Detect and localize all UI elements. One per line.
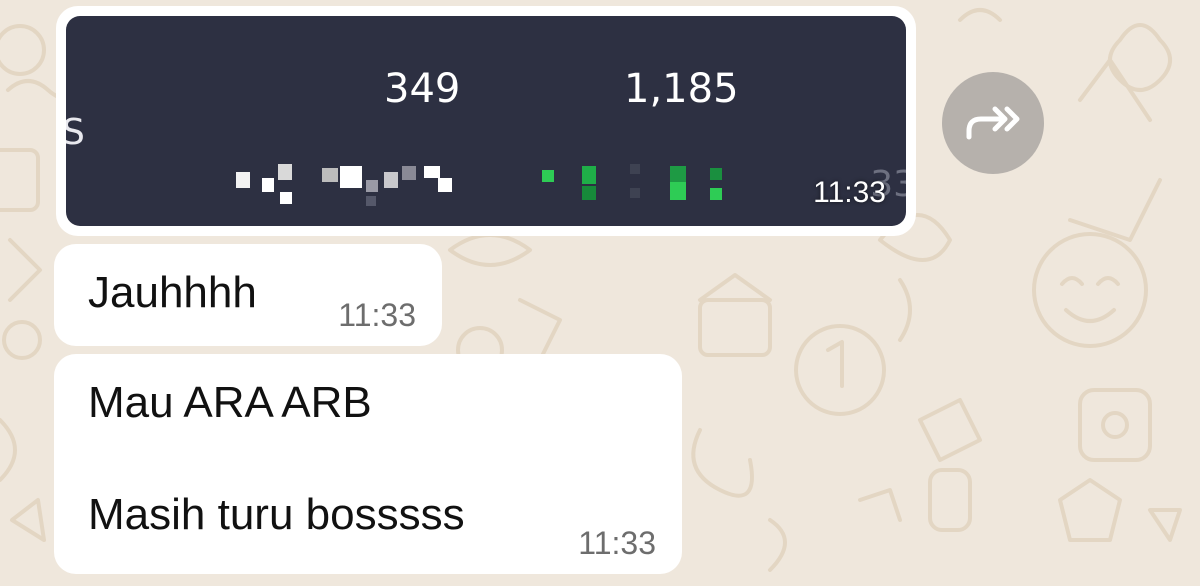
forward-button[interactable] (942, 72, 1044, 174)
message-time: 11:33 (578, 525, 656, 561)
image-edge-letter: S (66, 112, 85, 153)
message-bubble[interactable]: Jauhhhh 11:33 (54, 244, 442, 346)
message-text-line-1: Mau ARA ARB (88, 378, 372, 427)
image-value-1: 349 (384, 66, 461, 112)
message-time: 11:33 (338, 297, 416, 333)
image-message-bubble[interactable]: S 349 1,185 33 11:33 (56, 6, 916, 236)
message-text: Jauhhhh (88, 268, 257, 317)
message-text-line-2: Masih turu bosssss (88, 490, 465, 539)
image-message-time: 11:33 (813, 176, 886, 209)
image-value-2: 1,185 (624, 66, 739, 112)
forward-icon (966, 106, 1020, 140)
shared-image[interactable]: S 349 1,185 33 11:33 (66, 16, 906, 226)
message-bubble[interactable]: Mau ARA ARB Masih turu bosssss 11:33 (54, 354, 682, 574)
